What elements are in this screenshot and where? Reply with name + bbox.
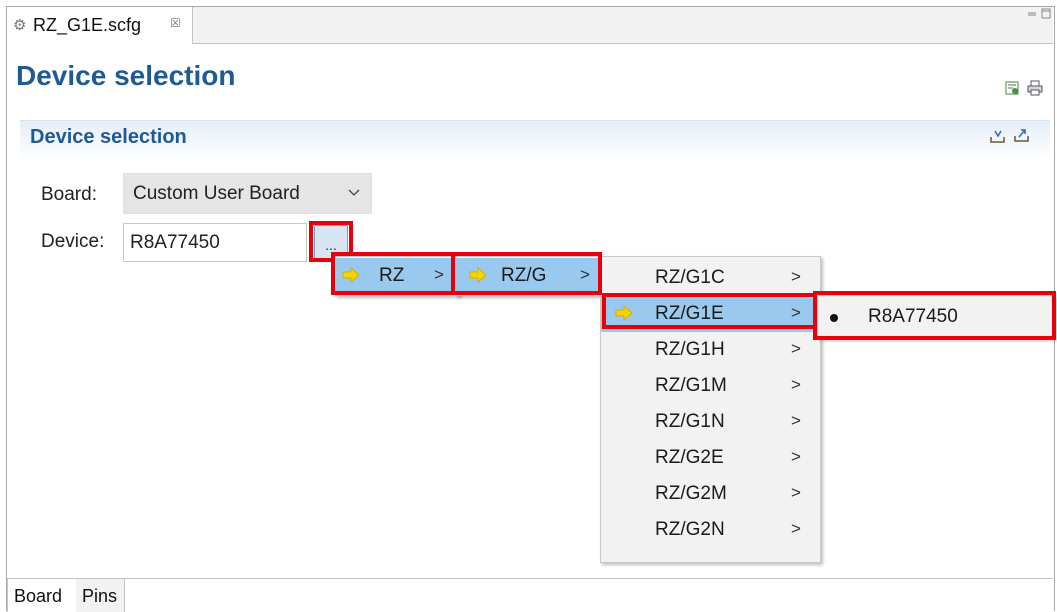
editor-tab-rz-g1e[interactable]: ⚙ RZ_G1E.scfg ☒ xyxy=(7,7,193,44)
chevron-right-icon: > xyxy=(791,411,801,430)
menu-item-label: RZ/G1E xyxy=(655,303,724,324)
board-select-value: Custom User Board xyxy=(133,183,300,204)
menu-rz-family: RZ > xyxy=(335,256,460,296)
browse-device-button[interactable]: ... xyxy=(314,225,348,260)
chevron-right-icon: > xyxy=(791,519,801,538)
arrow-right-icon xyxy=(469,267,487,283)
selected-dot-icon xyxy=(830,314,838,322)
print-icon[interactable] xyxy=(1027,80,1043,96)
tab-board[interactable]: Board xyxy=(7,579,77,612)
maximize-icon[interactable] xyxy=(1041,7,1051,22)
chevron-right-icon: > xyxy=(791,303,801,322)
menu-rz-series: RZ/G > xyxy=(455,256,605,296)
close-icon[interactable]: ☒ xyxy=(170,16,181,30)
arrow-right-icon xyxy=(615,305,633,321)
chevron-right-icon: > xyxy=(791,267,801,286)
board-select[interactable]: Custom User Board xyxy=(123,173,372,214)
menu-item-rz-g2e[interactable]: RZ/G2E > xyxy=(601,440,820,476)
menu-item-label: RZ/G1H xyxy=(655,339,725,360)
editor-tab-filename: RZ_G1E.scfg xyxy=(33,15,142,35)
board-label: Board: xyxy=(41,184,97,205)
menu-item-rz-g1c[interactable]: RZ/G1C > xyxy=(601,260,820,296)
menu-item-label: RZ/G2N xyxy=(655,519,725,540)
menu-item-rz-g1e[interactable]: RZ/G1E > xyxy=(601,296,820,332)
device-input[interactable]: R8A77450 xyxy=(123,223,307,262)
menu-rz-g1e-devices: R8A77450 xyxy=(817,295,1055,339)
menu-item-rz[interactable]: RZ > xyxy=(336,258,459,294)
menu-item-label: RZ/G1N xyxy=(655,411,725,432)
device-input-value: R8A77450 xyxy=(130,232,220,253)
chevron-right-icon: > xyxy=(791,375,801,394)
export-icon[interactable] xyxy=(1013,128,1030,148)
menu-item-rz-g2n[interactable]: RZ/G2N > xyxy=(601,512,820,548)
menu-item-label: R8A77450 xyxy=(868,306,958,327)
menu-item-label: RZ/G1C xyxy=(655,267,725,288)
menu-item-label: RZ/G2M xyxy=(655,483,727,504)
menu-item-label: RZ/G2E xyxy=(655,447,724,468)
import-icon[interactable] xyxy=(989,129,1006,149)
menu-item-r8a77450[interactable]: R8A77450 xyxy=(818,299,1054,335)
page-title: Device selection xyxy=(16,60,236,91)
menu-item-rz-g[interactable]: RZ/G > xyxy=(456,258,604,294)
menu-item-rz-g1m[interactable]: RZ/G1M > xyxy=(601,368,820,404)
device-label: Device: xyxy=(41,231,105,252)
tab-pins-label: Pins xyxy=(82,586,118,606)
minimize-icon[interactable] xyxy=(1027,7,1037,22)
chevron-right-icon: > xyxy=(791,483,801,502)
menu-item-label: RZ/G xyxy=(501,265,547,286)
bottom-tab-divider xyxy=(7,578,1053,579)
menu-item-rz-g1n[interactable]: RZ/G1N > xyxy=(601,404,820,440)
menu-item-rz-g1h[interactable]: RZ/G1H > xyxy=(601,332,820,368)
tab-board-label: Board xyxy=(14,586,63,606)
tab-pins[interactable]: Pins xyxy=(76,579,125,612)
chevron-right-icon: > xyxy=(791,339,801,358)
generate-code-icon[interactable] xyxy=(1005,81,1019,95)
menu-item-rz-g2m[interactable]: RZ/G2M > xyxy=(601,476,820,512)
chevron-down-icon xyxy=(348,184,360,200)
section-title: Device selection xyxy=(30,126,187,148)
chevron-right-icon: > xyxy=(791,447,801,466)
menu-rz-g-groups: RZ/G1C > RZ/G1E > RZ/G1H > RZ/G1M > RZ/G… xyxy=(600,256,821,563)
menu-item-label: RZ xyxy=(379,265,405,286)
menu-item-label: RZ/G1M xyxy=(655,375,727,396)
gear-icon: ⚙ xyxy=(13,17,27,34)
arrow-right-icon xyxy=(342,267,360,283)
chevron-right-icon: > xyxy=(580,265,590,284)
chevron-right-icon: > xyxy=(434,265,444,284)
